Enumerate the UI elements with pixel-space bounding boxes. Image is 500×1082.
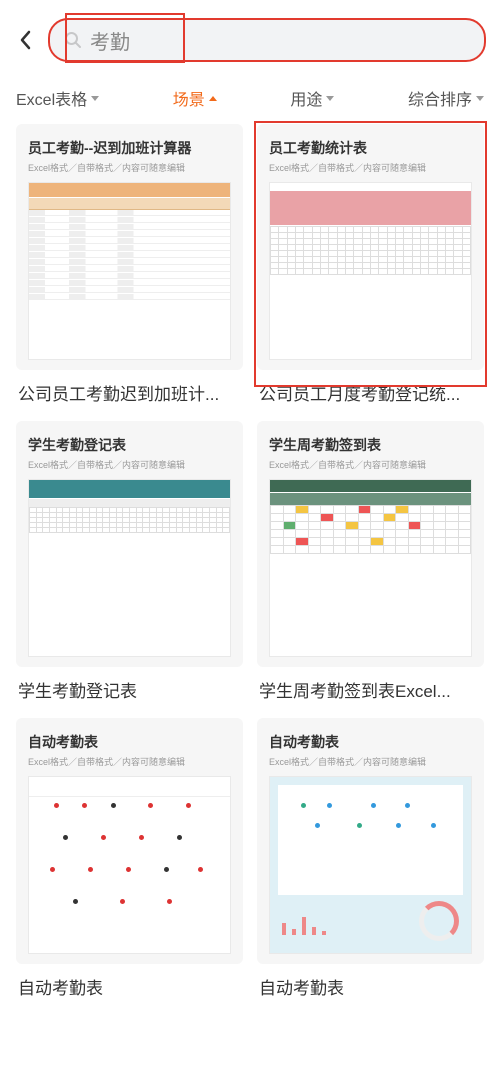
grid-row: 自动考勤表 Excel格式／自带格式／内容可随意编辑 自动考勤表 自动考勤表 E… — [16, 718, 484, 1005]
chevron-down-icon — [326, 96, 334, 101]
chevron-left-icon — [19, 30, 33, 50]
card-caption: 公司员工考勤迟到加班计... — [16, 370, 243, 411]
card-caption: 自动考勤表 — [257, 964, 484, 1005]
template-card[interactable]: 学生考勤登记表 Excel格式／自带格式／内容可随意编辑 学生考勤登记表 — [16, 421, 243, 708]
card-title: 员工考勤统计表 — [269, 138, 472, 158]
card-preview-area: 员工考勤--迟到加班计算器 Excel格式／自带格式／内容可随意编辑 — [16, 124, 243, 370]
sheet-preview — [28, 182, 231, 360]
template-grid: 员工考勤--迟到加班计算器 Excel格式／自带格式／内容可随意编辑 公司员工考… — [0, 124, 500, 1005]
template-card[interactable]: 自动考勤表 Excel格式／自带格式／内容可随意编辑 自动考勤表 — [257, 718, 484, 1005]
header-bar: 考勤 — [0, 0, 500, 76]
search-icon — [64, 31, 82, 49]
sheet-preview — [269, 776, 472, 954]
card-title: 学生考勤登记表 — [28, 435, 231, 455]
template-card[interactable]: 自动考勤表 Excel格式／自带格式／内容可随意编辑 自动考勤表 — [16, 718, 243, 1005]
search-input-container[interactable]: 考勤 — [48, 18, 486, 62]
chevron-down-icon — [91, 96, 99, 101]
card-preview-area: 员工考勤统计表 Excel格式／自带格式／内容可随意编辑 — [257, 124, 484, 370]
card-subtitle: Excel格式／自带格式／内容可随意编辑 — [28, 755, 231, 768]
template-card[interactable]: 学生周考勤签到表 Excel格式／自带格式／内容可随意编辑 学生周考勤签到表E — [257, 421, 484, 708]
card-subtitle: Excel格式／自带格式／内容可随意编辑 — [269, 755, 472, 768]
card-caption: 自动考勤表 — [16, 964, 243, 1005]
card-subtitle: Excel格式／自带格式／内容可随意编辑 — [28, 161, 231, 174]
card-preview-area: 自动考勤表 Excel格式／自带格式／内容可随意编辑 — [16, 718, 243, 964]
filter-scene[interactable]: 场景 — [173, 86, 217, 110]
back-button[interactable] — [14, 28, 38, 52]
search-query-text: 考勤 — [90, 26, 130, 55]
chevron-down-icon — [476, 96, 484, 101]
filter-bar: Excel表格 场景 用途 综合排序 — [0, 76, 500, 124]
template-card[interactable]: 员工考勤统计表 Excel格式／自带格式／内容可随意编辑 — [257, 124, 484, 411]
card-title: 自动考勤表 — [269, 732, 472, 752]
filter-usage[interactable]: 用途 — [290, 86, 334, 110]
filter-format[interactable]: Excel表格 — [16, 86, 99, 110]
card-title: 自动考勤表 — [28, 732, 231, 752]
card-caption: 学生考勤登记表 — [16, 667, 243, 708]
filter-sort[interactable]: 综合排序 — [408, 86, 484, 110]
card-subtitle: Excel格式／自带格式／内容可随意编辑 — [269, 458, 472, 471]
sheet-preview — [269, 182, 472, 360]
sheet-preview — [28, 479, 231, 657]
card-subtitle: Excel格式／自带格式／内容可随意编辑 — [269, 161, 472, 174]
grid-row: 学生考勤登记表 Excel格式／自带格式／内容可随意编辑 学生考勤登记表 — [16, 421, 484, 708]
card-preview-area: 学生考勤登记表 Excel格式／自带格式／内容可随意编辑 — [16, 421, 243, 667]
card-title: 员工考勤--迟到加班计算器 — [28, 138, 231, 158]
card-preview-area: 学生周考勤签到表 Excel格式／自带格式／内容可随意编辑 — [257, 421, 484, 667]
card-preview-area: 自动考勤表 Excel格式／自带格式／内容可随意编辑 — [257, 718, 484, 964]
card-caption: 学生周考勤签到表Excel... — [257, 667, 484, 708]
sheet-preview — [269, 479, 472, 657]
sheet-preview — [28, 776, 231, 954]
chevron-up-icon — [209, 96, 217, 101]
grid-row: 员工考勤--迟到加班计算器 Excel格式／自带格式／内容可随意编辑 公司员工考… — [16, 124, 484, 411]
template-card[interactable]: 员工考勤--迟到加班计算器 Excel格式／自带格式／内容可随意编辑 公司员工考… — [16, 124, 243, 411]
card-subtitle: Excel格式／自带格式／内容可随意编辑 — [28, 458, 231, 471]
card-caption: 公司员工月度考勤登记统... — [257, 370, 484, 411]
card-title: 学生周考勤签到表 — [269, 435, 472, 455]
